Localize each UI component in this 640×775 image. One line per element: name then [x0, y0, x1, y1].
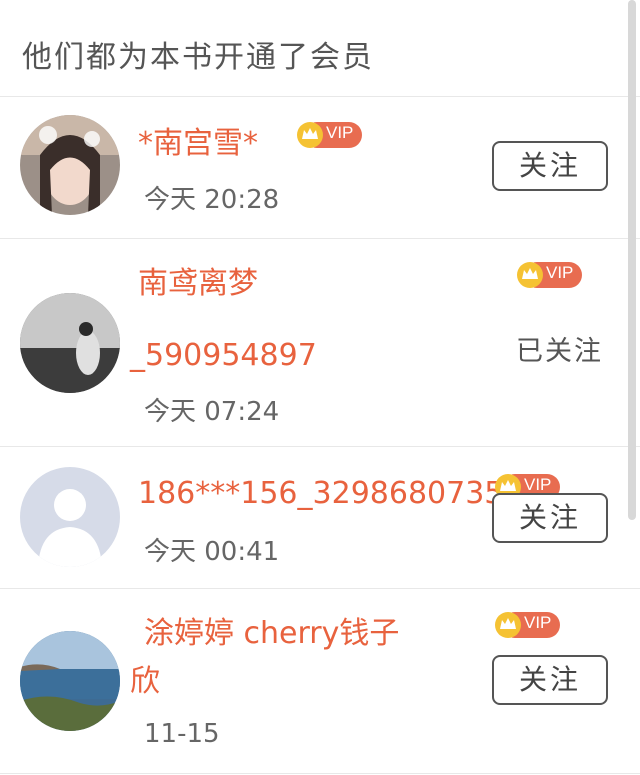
member-time: 今天 00:41 — [144, 537, 280, 567]
follow-button[interactable]: 关注 — [492, 655, 608, 705]
member-name-line2[interactable]: 欣 — [130, 657, 160, 707]
scrollbar[interactable] — [628, 0, 636, 520]
vip-badge: VIP — [516, 261, 582, 289]
member-time: 11-15 — [144, 719, 220, 749]
header: 他们都为本书开通了会员 — [0, 0, 640, 97]
member-time: 今天 20:28 — [144, 185, 280, 215]
member-name-line1[interactable]: 涂婷婷 cherry钱子 — [144, 609, 399, 659]
avatar[interactable] — [20, 467, 120, 567]
member-row[interactable]: 南鸢离梦 _590954897 VIP 已关注 今天 07:24 — [0, 239, 640, 447]
follow-button[interactable]: 关注 — [492, 141, 608, 191]
member-name-line1[interactable]: 南鸢离梦 — [138, 259, 258, 309]
avatar[interactable] — [20, 631, 120, 731]
member-row[interactable]: *南宫雪* VIP 今天 20:28 关注 — [0, 97, 640, 239]
member-time: 今天 07:24 — [144, 397, 280, 427]
page-title: 他们都为本书开通了会员 — [22, 40, 374, 75]
member-name[interactable]: *南宫雪* — [138, 119, 258, 169]
member-row[interactable]: 186***156_3298680735 VIP 今天 00:41 关注 — [0, 447, 640, 589]
avatar[interactable] — [20, 293, 120, 393]
member-name[interactable]: 186***156_3298680735 — [138, 469, 503, 519]
member-name-line2[interactable]: _590954897 — [130, 331, 317, 381]
member-row[interactable]: 涂婷婷 cherry钱子 欣 VIP 11-15 关注 — [0, 589, 640, 774]
vip-badge: VIP — [296, 121, 362, 149]
follow-button[interactable]: 关注 — [492, 493, 608, 543]
vip-badge: VIP — [494, 611, 560, 639]
followed-label[interactable]: 已关注 — [516, 329, 603, 368]
avatar[interactable] — [20, 115, 120, 215]
members-page: 他们都为本书开通了会员 *南宫雪* VIP 今天 20:28 关注 南鸢离梦 _… — [0, 0, 640, 775]
